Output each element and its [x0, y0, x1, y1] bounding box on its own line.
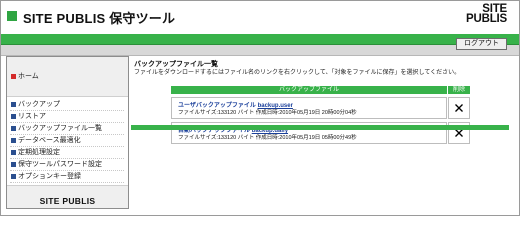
brand-line-2: PUBLIS [466, 13, 507, 25]
app-window: SITE PUBLIS 保守ツール SITE PUBLIS ログアウト ホーム … [0, 0, 520, 216]
sidebar-item-label: オプションキー登録 [18, 173, 81, 180]
menu-marker-icon [11, 150, 16, 155]
page-description: ファイルをダウンロードするにはファイル名のリンクを右クリックして、「対象をファイ… [134, 70, 461, 76]
sidebar-menu: バックアップ リストア バックアップファイル一覧 データベース最適化 定期処理設… [7, 96, 128, 186]
sidebar: ホーム バックアップ リストア バックアップファイル一覧 データベース最適化 定… [6, 56, 129, 209]
sidebar-item-label: データベース最適化 [18, 137, 81, 144]
sidebar-item-home[interactable]: ホーム [10, 71, 124, 82]
toolbar-strip [1, 45, 519, 56]
file-info: ファイルサイズ:133120 バイト 作成日時:2010年05月19日 05時0… [178, 135, 357, 141]
app-title: SITE PUBLIS 保守ツール [23, 11, 176, 26]
sidebar-item-backup[interactable]: バックアップ [10, 99, 124, 111]
logo-square-icon [7, 11, 17, 21]
sidebar-item-backup-list[interactable]: バックアップファイル一覧 [10, 123, 124, 135]
sidebar-item-label: バックアップファイル一覧 [18, 125, 102, 132]
menu-marker-icon [11, 102, 16, 107]
menu-marker-icon [11, 126, 16, 131]
content-green-band [131, 125, 509, 130]
file-info: ファイルサイズ:133120 バイト 作成日時:2010年05月19日 20時0… [178, 110, 357, 116]
table-row: ユーザバックアップファイル backup.user ファイルサイズ:133120… [171, 97, 470, 119]
sidebar-item-option-key[interactable]: オプションキー登録 [10, 171, 124, 183]
menu-marker-icon [11, 162, 16, 167]
sidebar-item-label: バックアップ [18, 101, 60, 108]
main-content: バックアップファイル一覧 ファイルをダウンロードするにはファイル名のリンクを右ク… [131, 56, 511, 207]
header-green-band [1, 34, 519, 45]
delete-cell [448, 97, 470, 119]
menu-marker-icon [11, 114, 16, 119]
logout-button[interactable]: ログアウト [456, 38, 507, 50]
header: SITE PUBLIS 保守ツール SITE PUBLIS [1, 1, 519, 34]
sidebar-item-password[interactable]: 保守ツールパスワード設定 [10, 159, 124, 171]
home-marker-icon [11, 74, 16, 79]
sidebar-item-label: ホーム [18, 73, 39, 80]
sidebar-brand: SITE PUBLIS [39, 196, 96, 206]
sidebar-item-restore[interactable]: リストア [10, 111, 124, 123]
sidebar-item-label: 定期処理設定 [18, 149, 60, 156]
sidebar-item-label: 保守ツールパスワード設定 [18, 161, 102, 168]
column-header-file: バックアップファイル [171, 86, 447, 94]
delete-x-icon[interactable] [454, 103, 464, 113]
sidebar-item-db-optimize[interactable]: データベース最適化 [10, 135, 124, 147]
sidebar-item-label: リストア [18, 113, 46, 120]
sidebar-item-schedule[interactable]: 定期処理設定 [10, 147, 124, 159]
menu-marker-icon [11, 174, 16, 179]
column-header-delete: 削除 [448, 86, 470, 94]
menu-marker-icon [11, 138, 16, 143]
brand-logo: SITE PUBLIS [466, 3, 507, 25]
file-cell: ユーザバックアップファイル backup.user ファイルサイズ:133120… [171, 97, 447, 119]
backup-file-table: バックアップファイル 削除 ユーザバックアップファイル backup.user … [171, 86, 511, 152]
